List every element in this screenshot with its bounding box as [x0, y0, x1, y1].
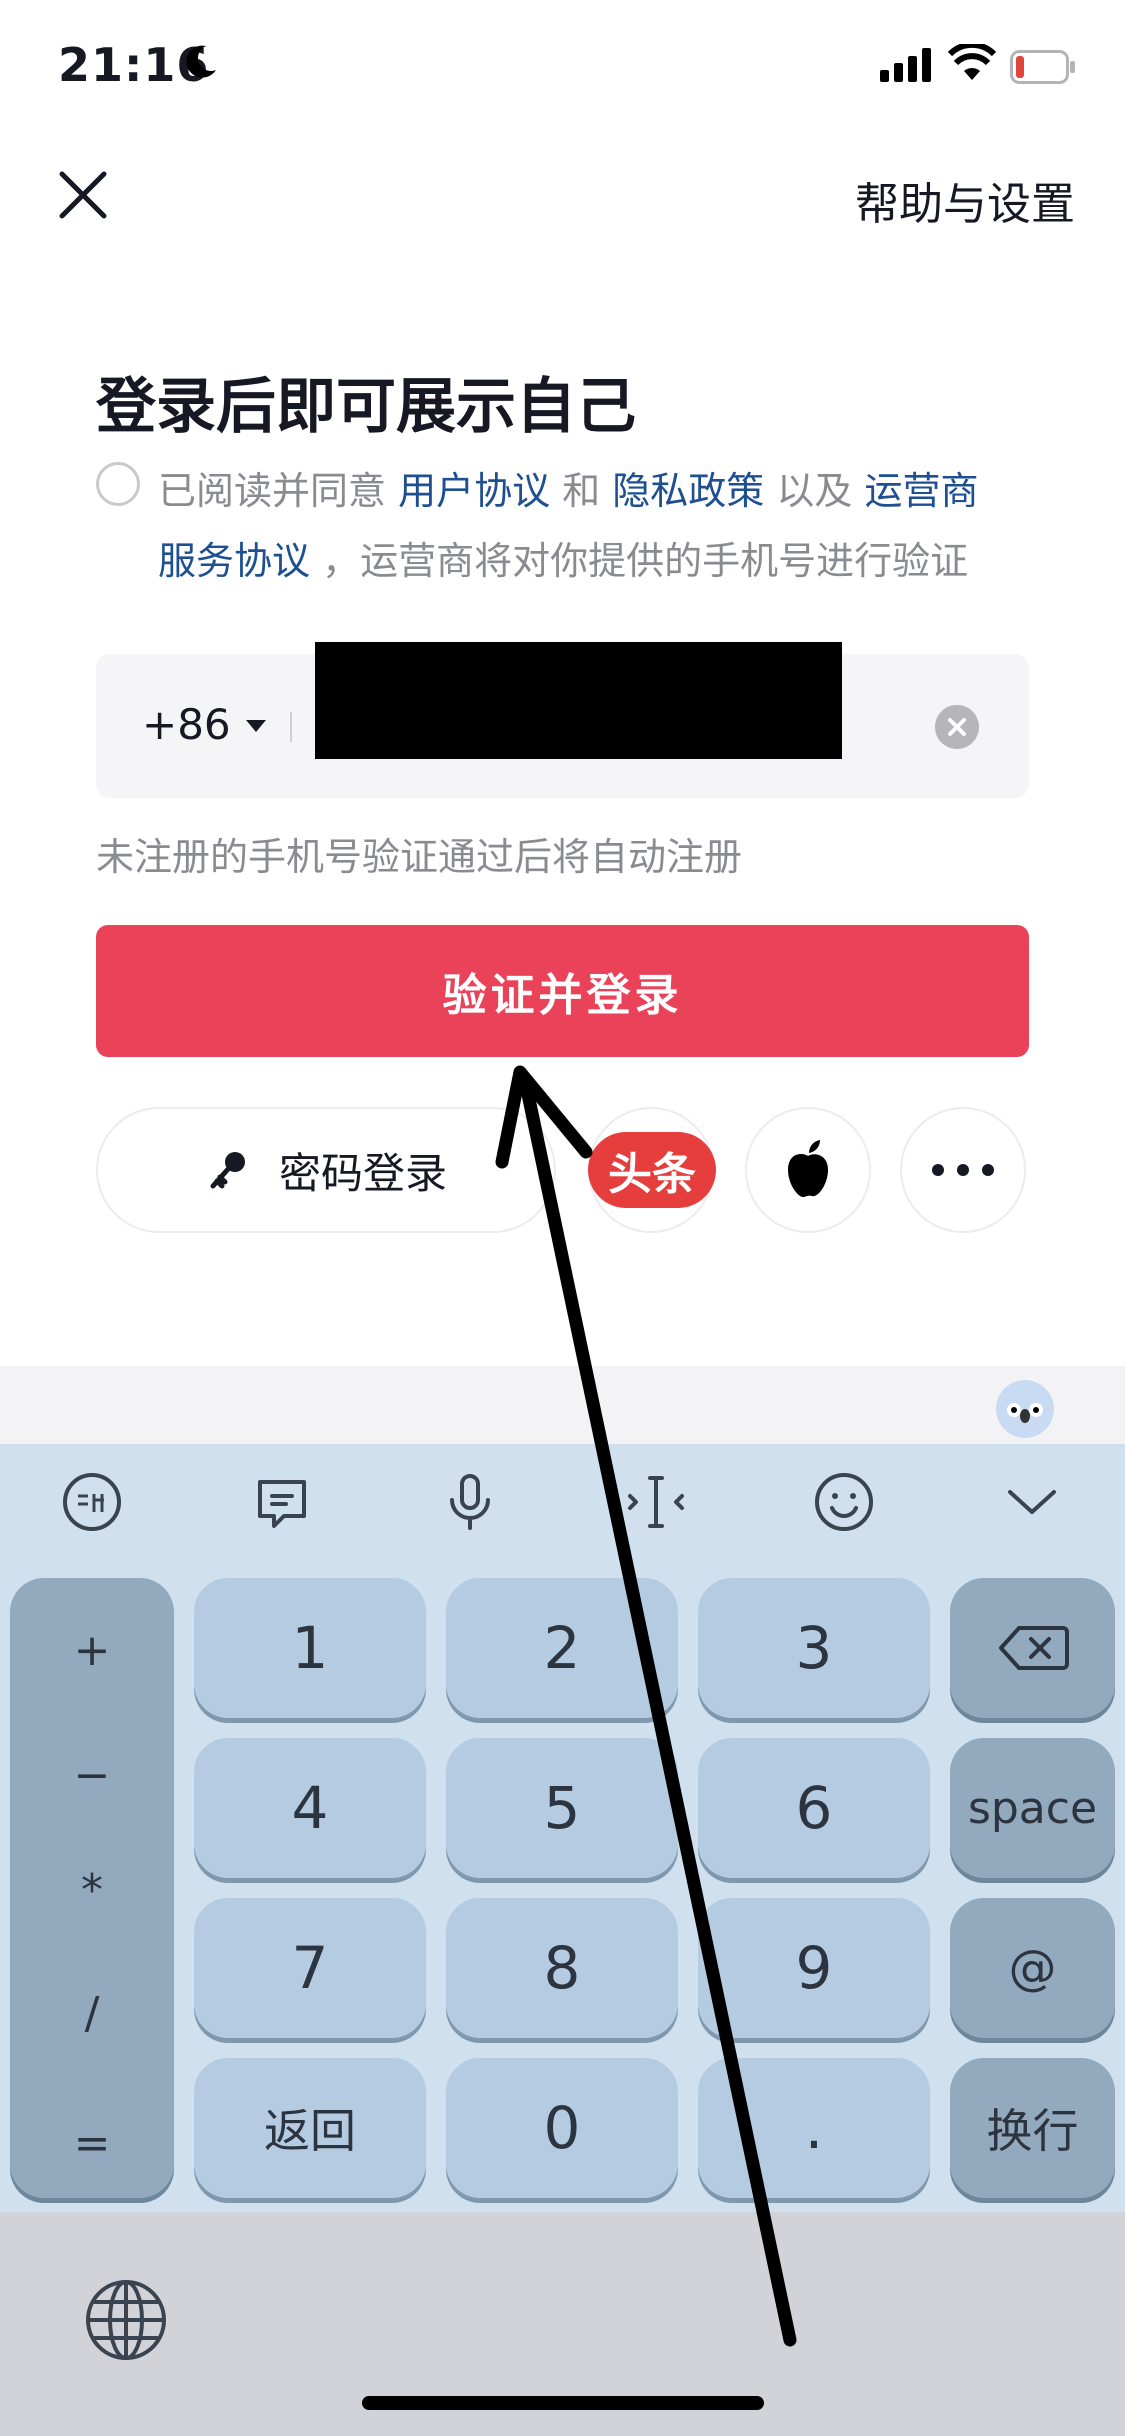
- register-hint: 未注册的手机号验证通过后将自动注册: [96, 835, 743, 879]
- agreement-line-2: 服务协议 ，运营商将对你提供的手机号进行验证: [158, 530, 968, 585]
- key-8[interactable]: 8: [446, 1898, 678, 2038]
- key-0[interactable]: 0: [446, 2058, 678, 2198]
- moon-icon: [186, 45, 216, 78]
- at-key[interactable]: @: [950, 1898, 1115, 2038]
- agreement-and: 和: [550, 469, 613, 513]
- enter-key[interactable]: 换行: [950, 2058, 1115, 2198]
- back-key[interactable]: 返回: [194, 2058, 426, 2198]
- globe-icon[interactable]: [84, 2278, 168, 2362]
- country-code[interactable]: +86: [142, 700, 231, 749]
- cursor-move-icon[interactable]: [624, 1470, 688, 1534]
- symbol-key-minus[interactable]: −: [10, 1750, 174, 1801]
- key-3[interactable]: 3: [698, 1578, 930, 1718]
- verify-login-button[interactable]: 验证并登录: [96, 925, 1029, 1057]
- mascot-icon[interactable]: [996, 1380, 1054, 1438]
- signal-icon: [880, 48, 931, 82]
- symbol-key-equals[interactable]: =: [10, 2118, 174, 2169]
- carrier-agreement-link-part1[interactable]: 运营商: [864, 469, 978, 513]
- caret-down-icon[interactable]: [246, 720, 266, 732]
- page-title: 登录后即可展示自己: [96, 372, 636, 442]
- redacted-phone-number: [315, 642, 842, 759]
- agreement-suffix: ，运营商将对你提供的手机号进行验证: [310, 539, 969, 583]
- password-login-button[interactable]: 密码登录: [96, 1107, 556, 1233]
- divider: [290, 712, 292, 742]
- keyboard-toolbar: [0, 1444, 1125, 1562]
- agreement-line-1: 已阅读并同意 用户协议 和 隐私政策 以及 运营商: [158, 460, 978, 515]
- symbol-key-slash[interactable]: /: [10, 1988, 174, 2039]
- symbol-key-multiply[interactable]: *: [10, 1865, 174, 1916]
- battery-icon: [1010, 50, 1075, 84]
- apple-login-button[interactable]: [745, 1107, 871, 1233]
- more-icon: [932, 1164, 994, 1176]
- ime-logo-icon[interactable]: [60, 1470, 124, 1534]
- help-settings-link[interactable]: 帮助与设置: [855, 168, 1075, 232]
- close-icon[interactable]: [58, 170, 108, 220]
- microphone-icon[interactable]: [438, 1470, 502, 1534]
- keyboard-top-bar: [0, 1366, 1125, 1444]
- symbol-key-plus[interactable]: +: [10, 1625, 174, 1676]
- wifi-icon: [948, 44, 996, 80]
- agreement-as-well-as: 以及: [764, 469, 865, 513]
- toutiao-logo[interactable]: 头条: [588, 1132, 716, 1208]
- clear-icon[interactable]: [935, 705, 979, 749]
- user-agreement-link[interactable]: 用户协议: [398, 469, 550, 513]
- emoji-icon[interactable]: [812, 1470, 876, 1534]
- dot-key[interactable]: .: [698, 2058, 930, 2198]
- key-4[interactable]: 4: [194, 1738, 426, 1878]
- key-7[interactable]: 7: [194, 1898, 426, 2038]
- agreement-checkbox[interactable]: [96, 462, 140, 506]
- privacy-policy-link[interactable]: 隐私政策: [612, 469, 764, 513]
- hide-keyboard-icon[interactable]: [1000, 1470, 1064, 1534]
- key-5[interactable]: 5: [446, 1738, 678, 1878]
- key-6[interactable]: 6: [698, 1738, 930, 1878]
- key-2[interactable]: 2: [446, 1578, 678, 1718]
- carrier-agreement-link-part2[interactable]: 服务协议: [158, 539, 310, 583]
- home-indicator: [362, 2396, 764, 2410]
- key-9[interactable]: 9: [698, 1898, 930, 2038]
- key-icon: [210, 1152, 245, 1189]
- key-1[interactable]: 1: [194, 1578, 426, 1718]
- clipboard-icon[interactable]: [250, 1470, 314, 1534]
- more-login-options-button[interactable]: [900, 1107, 1026, 1233]
- agreement-prefix: 已阅读并同意: [158, 469, 399, 513]
- backspace-icon: [998, 1626, 1069, 1670]
- password-login-label: 密码登录: [278, 1148, 447, 1198]
- space-key[interactable]: space: [950, 1738, 1115, 1878]
- apple-icon: [788, 1140, 828, 1198]
- delete-key[interactable]: [950, 1578, 1115, 1718]
